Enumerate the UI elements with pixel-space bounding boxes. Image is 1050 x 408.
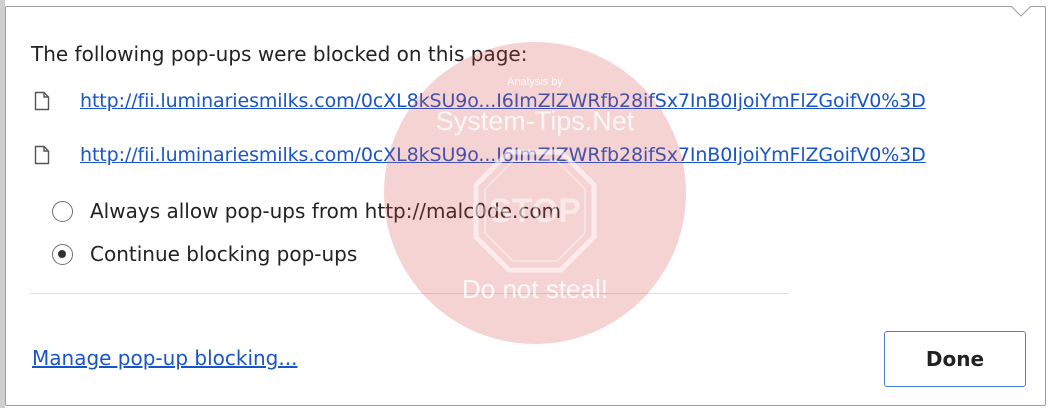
- blocked-popup-link[interactable]: http://fii.luminariesmilks.com/0cXL8kSU9…: [80, 144, 926, 166]
- document-icon: [34, 145, 50, 165]
- divider: [30, 293, 788, 294]
- continue-blocking-label: Continue blocking pop-ups: [90, 242, 358, 266]
- dialog-title: The following pop-ups were blocked on th…: [31, 42, 528, 66]
- blocked-popup-item[interactable]: http://fii.luminariesmilks.com/0cXL8kSU9…: [34, 90, 926, 112]
- continue-blocking-radio[interactable]: [52, 243, 73, 265]
- done-button[interactable]: Done: [884, 331, 1026, 387]
- always-allow-option[interactable]: Always allow pop-ups from http://malc0de…: [52, 199, 561, 223]
- always-allow-radio[interactable]: [52, 200, 73, 222]
- document-icon: [34, 91, 50, 111]
- manage-popup-blocking-link[interactable]: Manage pop-up blocking...: [32, 346, 297, 370]
- always-allow-label: Always allow pop-ups from http://malc0de…: [90, 199, 562, 223]
- blocked-popup-link[interactable]: http://fii.luminariesmilks.com/0cXL8kSU9…: [80, 90, 926, 112]
- bubble-arrow: [1011, 6, 1031, 18]
- continue-blocking-option[interactable]: Continue blocking pop-ups: [52, 242, 357, 266]
- blocked-popup-item[interactable]: http://fii.luminariesmilks.com/0cXL8kSU9…: [34, 144, 926, 166]
